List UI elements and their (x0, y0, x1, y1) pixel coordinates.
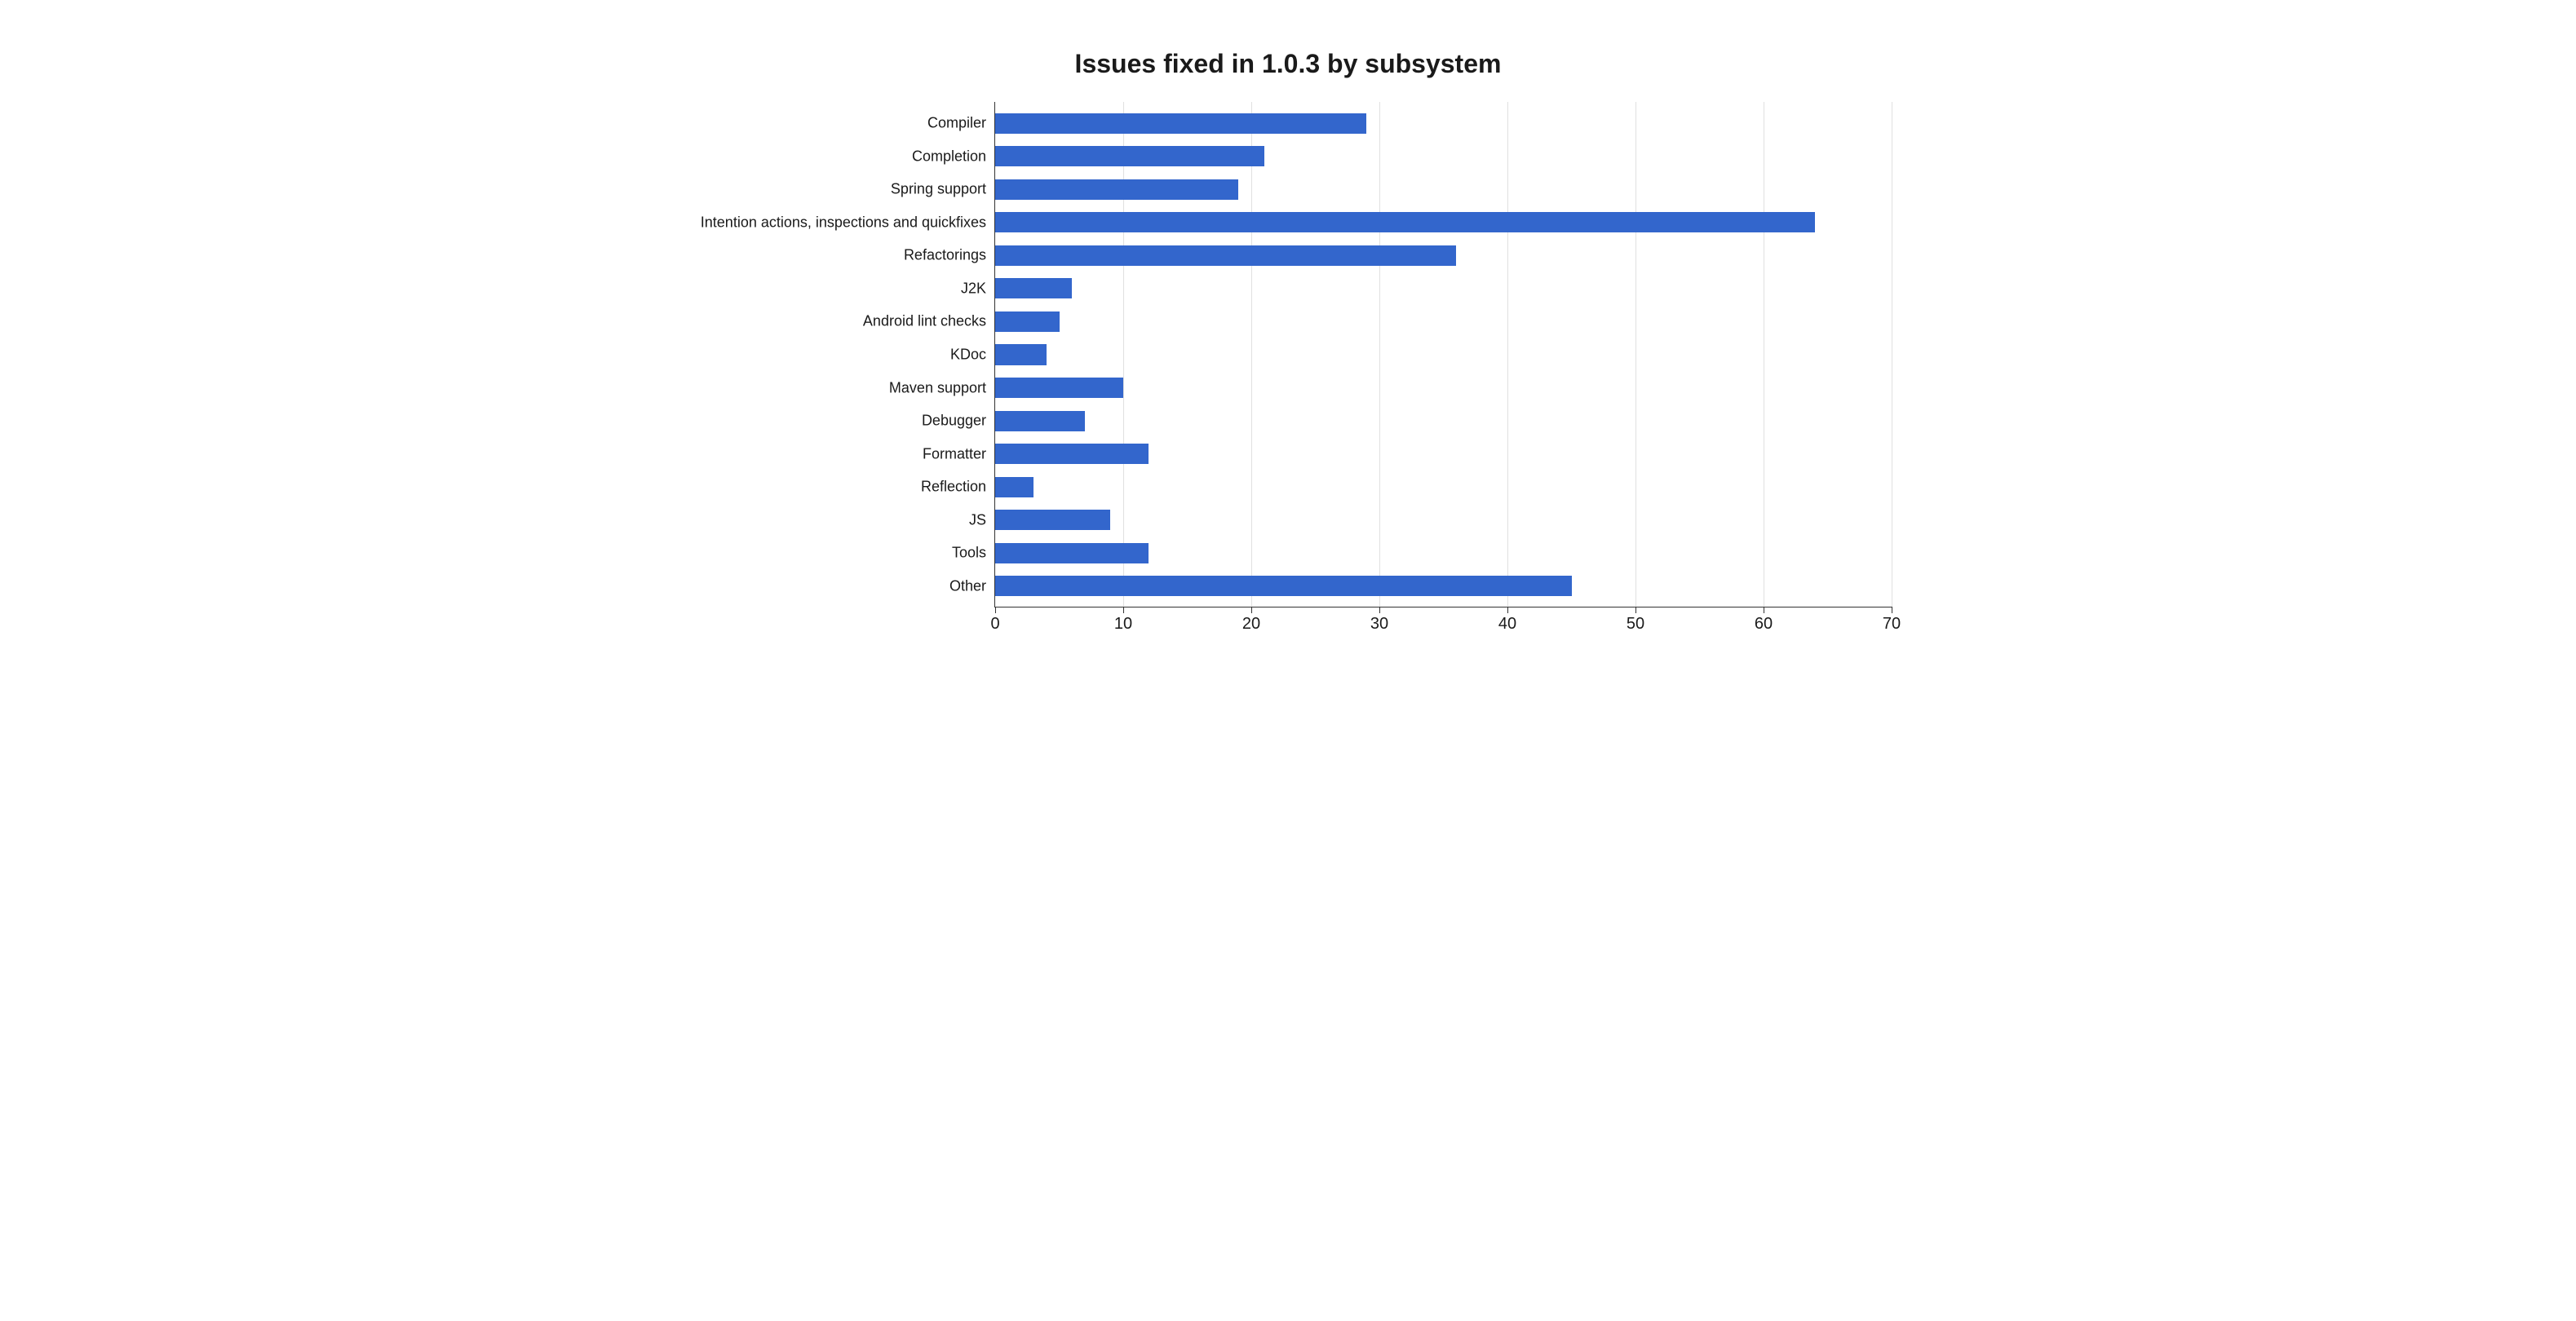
plot-area: Compiler Completion Spring support Intentio… (684, 102, 1892, 607)
gridline (1379, 102, 1380, 607)
y-axis-labels: Compiler Completion Spring support Intentio… (684, 102, 994, 607)
y-tick-label: Spring support (891, 181, 986, 198)
chart-title: Issues fixed in 1.0.3 by subsystem (684, 49, 1892, 79)
gridline (1123, 102, 1124, 607)
y-tick-label: Completion (912, 148, 986, 165)
bar (995, 444, 1149, 464)
gridline (1507, 102, 1508, 607)
x-tick-label: 40 (1498, 607, 1516, 634)
y-tick-label: J2K (961, 280, 986, 297)
y-tick-label: Tools (952, 545, 986, 562)
bar (995, 378, 1123, 398)
y-tick-label: Refactorings (904, 247, 986, 264)
chart-container: Issues fixed in 1.0.3 by subsystem Compi… (684, 49, 1892, 607)
bar (995, 278, 1072, 298)
gridline (1635, 102, 1636, 607)
y-tick-label: Other (949, 577, 986, 594)
y-tick-label: KDoc (950, 347, 986, 364)
y-tick-label: Android lint checks (863, 313, 986, 330)
bar (995, 411, 1085, 431)
x-tick-label: 20 (1242, 607, 1260, 634)
gridline (1251, 102, 1252, 607)
bar (995, 212, 1815, 232)
bar (995, 344, 1047, 364)
y-tick-label: Debugger (922, 413, 986, 430)
bar (995, 179, 1238, 200)
bar (995, 113, 1366, 134)
bar (995, 543, 1149, 563)
x-tick-label: 50 (1627, 607, 1644, 634)
bar (995, 576, 1572, 596)
y-tick-label: Reflection (921, 479, 986, 496)
x-tick-label: 70 (1883, 607, 1901, 634)
x-tick-label: 10 (1114, 607, 1132, 634)
bar (995, 510, 1110, 530)
x-tick-label: 60 (1755, 607, 1773, 634)
y-tick-label: Maven support (889, 379, 986, 396)
plot-grid: 010203040506070 (994, 102, 1892, 607)
x-tick-label: 0 (990, 607, 999, 634)
bar (995, 146, 1264, 166)
y-tick-label: Intention actions, inspections and quick… (701, 214, 986, 231)
y-tick-label: JS (969, 511, 986, 528)
bar (995, 245, 1456, 266)
y-tick-label: Formatter (923, 445, 986, 462)
bar (995, 311, 1060, 332)
x-tick-label: 30 (1370, 607, 1388, 634)
y-tick-label: Compiler (927, 115, 986, 132)
bar (995, 477, 1033, 497)
